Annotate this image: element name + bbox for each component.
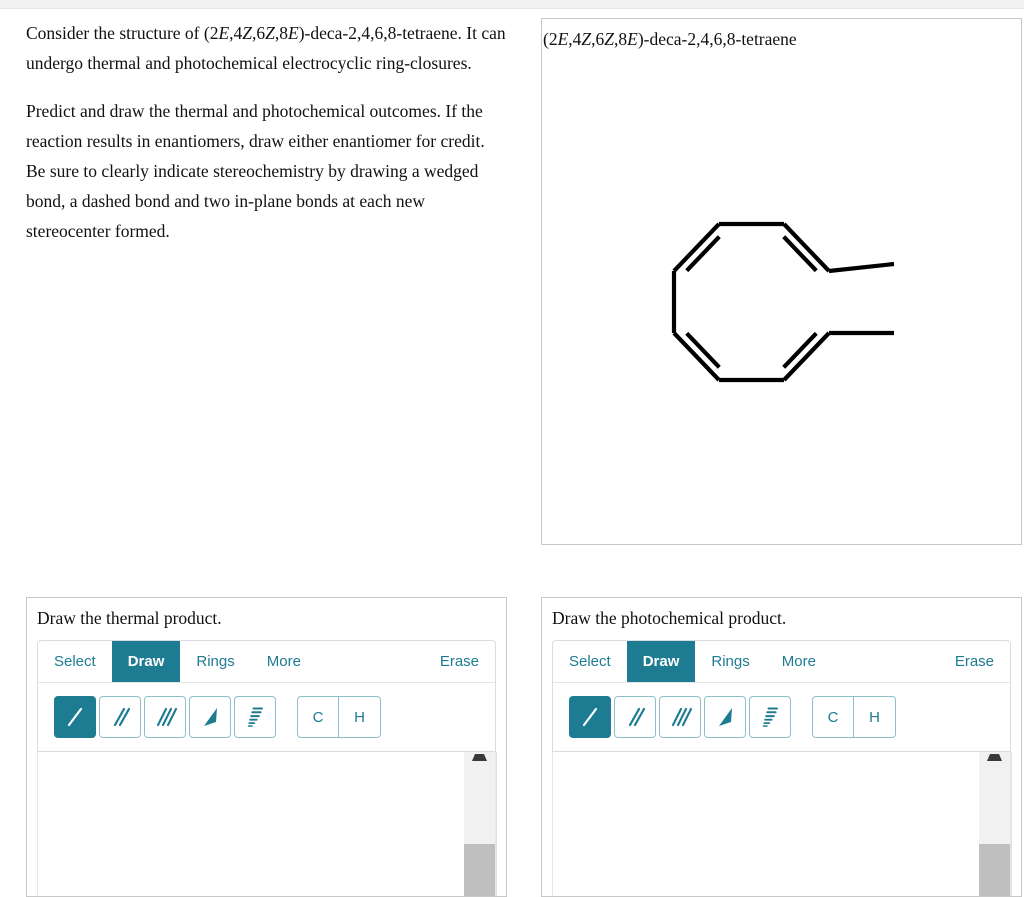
thermal-prompt: Draw the thermal product. (37, 608, 222, 628)
thermal-outer-scroll-track[interactable] (496, 752, 506, 896)
page-top-strip (0, 0, 1024, 9)
q1-ital2: Z (242, 23, 253, 43)
question-paragraph-1: Consider the structure of (2E,4Z,6Z,8E)-… (26, 18, 506, 78)
q1-ital4: E (288, 23, 299, 43)
erase-button[interactable]: Erase (939, 641, 1010, 682)
photochemical-answer-panel: Draw the photochemical product. Select D… (541, 597, 1022, 897)
molecule-structure-svg (671, 221, 895, 383)
q1-seg2: ,4 (229, 23, 243, 43)
tab-draw[interactable]: Draw (111, 641, 181, 682)
double-bond-icon[interactable] (99, 696, 141, 738)
molecule-drawing-area (542, 19, 1021, 544)
tab-rings[interactable]: Rings (180, 641, 250, 682)
triple-bond-icon[interactable] (659, 696, 701, 738)
scroll-up-arrow-icon[interactable] (983, 754, 1006, 761)
single-bond-icon[interactable] (54, 696, 96, 738)
q1-ital1: E (218, 23, 230, 43)
tab-more[interactable]: More (251, 641, 317, 682)
wedge-bond-icon[interactable] (189, 696, 231, 738)
thermal-tool-row: C H (37, 682, 496, 752)
thermal-answer-panel: Draw the thermal product. Select Draw Ri… (26, 597, 507, 897)
tab-draw[interactable]: Draw (626, 641, 696, 682)
thermal-molecule-editor[interactable]: Select Draw Rings More Erase C H (37, 640, 496, 752)
photochemical-molecule-editor[interactable]: Select Draw Rings More Erase C H (552, 640, 1011, 752)
thermal-scrollbar-thumb[interactable] (464, 844, 495, 896)
photochemical-prompt: Draw the photochemical product. (552, 608, 787, 628)
atom-tool-group: C H (297, 696, 381, 738)
double-bond-icon[interactable] (614, 696, 656, 738)
tab-select[interactable]: Select (553, 641, 627, 682)
atom-hydrogen-button[interactable]: H (854, 696, 896, 738)
photochemical-canvas-scrollbar[interactable] (979, 752, 1010, 896)
photochemical-scrollbar-thumb[interactable] (979, 844, 1010, 896)
q1-seg4: ,8 (274, 23, 288, 43)
atom-carbon-button[interactable]: C (812, 696, 854, 738)
q1-seg3: ,6 (252, 23, 266, 43)
erase-button[interactable]: Erase (424, 641, 495, 682)
triple-bond-icon[interactable] (144, 696, 186, 738)
atom-carbon-button[interactable]: C (297, 696, 339, 738)
question-text-column: Consider the structure of (2E,4Z,6Z,8E)-… (26, 18, 506, 246)
wedge-bond-icon[interactable] (704, 696, 746, 738)
tab-select[interactable]: Select (38, 641, 112, 682)
structure-display-panel: (2E,4Z,6Z,8E)-deca-2,4,6,8-tetraene (541, 18, 1022, 545)
q1-ital3: Z (265, 23, 275, 43)
photochemical-outer-scroll-track[interactable] (1011, 752, 1021, 896)
thermal-drawing-canvas[interactable] (37, 752, 506, 896)
atom-hydrogen-button[interactable]: H (339, 696, 381, 738)
question-paragraph-2: Predict and draw the thermal and photoch… (26, 101, 485, 241)
bond-tool-group (54, 696, 279, 738)
hash-bond-icon[interactable] (749, 696, 791, 738)
photochemical-drawing-canvas[interactable] (552, 752, 1021, 896)
thermal-toolbar-tabs: Select Draw Rings More Erase (37, 640, 496, 682)
bond-tool-group (569, 696, 794, 738)
photochemical-toolbar-tabs: Select Draw Rings More Erase (552, 640, 1011, 682)
hash-bond-icon[interactable] (234, 696, 276, 738)
tab-more[interactable]: More (766, 641, 832, 682)
q1-seg1: Consider the structure of (2 (26, 23, 219, 43)
thermal-canvas-scrollbar[interactable] (464, 752, 495, 896)
single-bond-icon[interactable] (569, 696, 611, 738)
photochemical-tool-row: C H (552, 682, 1011, 752)
atom-tool-group: C H (812, 696, 896, 738)
tab-rings[interactable]: Rings (695, 641, 765, 682)
scroll-up-arrow-icon[interactable] (468, 754, 491, 761)
